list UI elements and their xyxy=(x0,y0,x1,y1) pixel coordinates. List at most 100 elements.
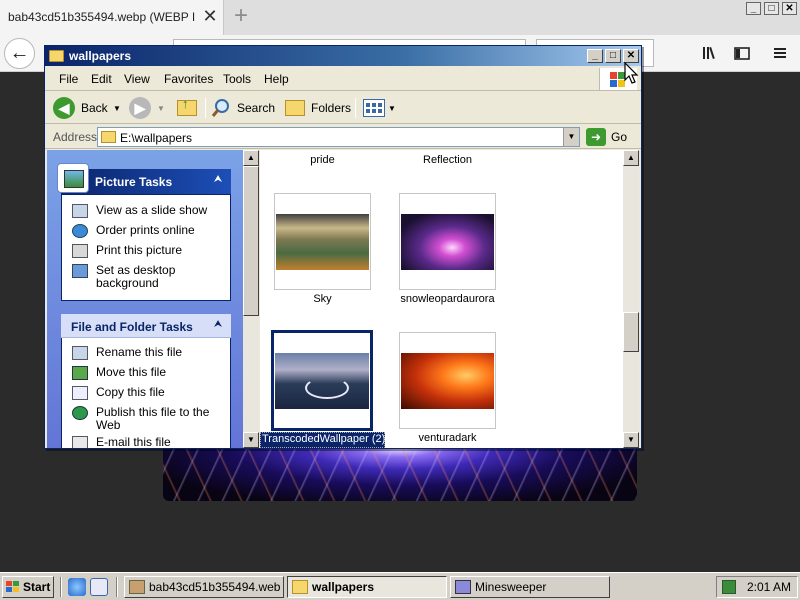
browser-maximize-button[interactable]: □ xyxy=(764,2,779,15)
menu-edit[interactable]: Edit xyxy=(91,72,112,86)
menu-icon[interactable] xyxy=(770,43,790,63)
search-label: Search xyxy=(237,101,276,115)
forward-dropdown-icon[interactable]: ▼ xyxy=(157,104,165,113)
back-arrow-icon[interactable]: ← xyxy=(4,38,35,69)
file-folder-tasks-panel: Rename this file Move this file Copy thi… xyxy=(61,338,231,448)
task-wallpapers[interactable]: wallpapers xyxy=(287,576,447,598)
thumbnail-image xyxy=(276,214,369,270)
file-name[interactable]: Sky xyxy=(274,293,371,309)
menu-favorites[interactable]: Favorites xyxy=(164,72,213,86)
views-button[interactable]: ▼ xyxy=(361,96,396,120)
new-tab-button[interactable]: + xyxy=(231,2,251,30)
file-folder-tasks-header[interactable]: File and Folder Tasks ⮝ xyxy=(61,314,231,338)
file-thumbnail-sky[interactable] xyxy=(274,193,371,290)
toolbar-separator xyxy=(205,98,206,118)
file-name[interactable]: snowleopardaurora xyxy=(394,293,501,309)
back-dropdown-icon[interactable]: ▼ xyxy=(113,104,121,113)
go-button[interactable]: Go xyxy=(611,130,627,144)
thumbnail-image xyxy=(401,353,494,409)
file-folder-tasks-title: File and Folder Tasks xyxy=(71,320,193,334)
scroll-down-icon[interactable]: ▼ xyxy=(243,432,259,448)
address-value: E:\wallpapers xyxy=(120,131,193,145)
folder-icon xyxy=(101,131,116,143)
address-dropdown-icon[interactable]: ▼ xyxy=(563,128,579,146)
printer-icon xyxy=(72,244,88,258)
globe-icon xyxy=(72,224,88,238)
forward-button[interactable]: ▶ ▼ xyxy=(129,96,169,120)
task-label: Copy this file xyxy=(96,385,165,399)
desktop-icon xyxy=(72,264,88,278)
task-pane-scrollbar[interactable]: ▲ ▼ xyxy=(243,150,259,448)
folders-label: Folders xyxy=(311,101,352,115)
scroll-thumb[interactable] xyxy=(243,166,259,316)
scroll-down-icon[interactable]: ▼ xyxy=(623,432,639,448)
back-label: Back xyxy=(81,101,108,115)
menu-file[interactable]: File xyxy=(59,72,78,86)
menu-view[interactable]: View xyxy=(124,72,150,86)
browser-minimize-button[interactable]: _ xyxy=(746,2,761,15)
close-button[interactable]: ✕ xyxy=(623,49,639,63)
internet-explorer-icon[interactable] xyxy=(68,578,86,596)
clock[interactable]: 2:01 AM xyxy=(747,580,791,594)
rename-icon xyxy=(72,346,88,360)
close-tab-icon[interactable]: ✕ xyxy=(200,6,220,26)
task-pane: View as a slide show Order prints online… xyxy=(47,150,243,448)
task-label: Publish this file to the Web xyxy=(96,405,210,432)
collapse-chevron-icon[interactable]: ⮝ xyxy=(211,173,225,187)
file-thumbnail-snowleopardaurora[interactable] xyxy=(399,193,496,290)
browser-close-button[interactable]: ✕ xyxy=(782,2,797,15)
file-thumbnail-transcodedwallpaper[interactable] xyxy=(271,330,373,431)
task-minesweeper[interactable]: Minesweeper xyxy=(450,576,610,598)
picture-tasks-header[interactable]: Picture Tasks ⮝ xyxy=(57,163,231,194)
email-icon xyxy=(72,436,88,448)
slideshow-icon xyxy=(72,204,88,218)
show-desktop-icon[interactable] xyxy=(90,578,108,596)
collapse-chevron-icon[interactable]: ⮝ xyxy=(211,318,225,332)
thumbnail-image xyxy=(275,353,369,409)
sidebar-icon[interactable] xyxy=(732,43,752,63)
file-name[interactable]: pride xyxy=(274,154,371,170)
windows-logo-icon xyxy=(6,581,20,593)
file-name[interactable]: Reflection xyxy=(399,154,496,170)
task-publish-web[interactable]: Publish this file to the Web xyxy=(72,405,230,433)
search-button[interactable]: Search xyxy=(211,96,277,120)
menu-tools[interactable]: Tools xyxy=(223,72,251,86)
picture-tasks-title: Picture Tasks xyxy=(95,175,173,189)
minimize-button[interactable]: _ xyxy=(587,49,603,63)
file-name[interactable]: venturadark xyxy=(399,432,496,448)
task-firefox[interactable]: bab43cd51b355494.web... xyxy=(124,576,284,598)
menu-bar: File Edit View Favorites Tools Help xyxy=(45,66,641,91)
back-arrow-icon: ◀ xyxy=(53,97,75,119)
browser-tab-bar: bab43cd51b355494.webp (WEBP Image ✕ + _ … xyxy=(0,0,800,35)
minesweeper-icon xyxy=(455,580,471,594)
views-icon xyxy=(363,99,385,117)
explorer-titlebar[interactable]: wallpapers _ □ ✕ xyxy=(45,46,641,66)
up-folder-button[interactable]: ↑ xyxy=(175,96,199,120)
task-label: Move this file xyxy=(96,365,167,379)
picture-tasks-icon xyxy=(57,163,89,193)
tray-icon[interactable] xyxy=(722,580,736,594)
library-icon[interactable] xyxy=(700,43,720,63)
scroll-up-icon[interactable]: ▲ xyxy=(623,150,639,166)
start-button[interactable]: Start xyxy=(2,576,54,598)
task-set-desktop-background[interactable]: Set as desktop background xyxy=(72,263,230,291)
go-arrow-icon[interactable]: ➜ xyxy=(586,128,606,146)
menu-help[interactable]: Help xyxy=(264,72,289,86)
system-tray: 2:01 AM xyxy=(716,576,798,598)
maximize-button[interactable]: □ xyxy=(605,49,621,63)
file-pane-scrollbar[interactable]: ▲ ▼ xyxy=(623,150,639,448)
views-dropdown-icon[interactable]: ▼ xyxy=(388,104,396,113)
address-label: Address xyxy=(53,130,98,144)
back-button[interactable]: ◀ Back ▼ xyxy=(51,96,123,120)
toolbar-separator xyxy=(355,98,356,118)
browser-tab[interactable]: bab43cd51b355494.webp (WEBP Image ✕ xyxy=(0,0,224,35)
copy-icon xyxy=(72,386,88,400)
scroll-thumb[interactable] xyxy=(623,312,639,352)
folders-button[interactable]: Folders xyxy=(283,96,352,120)
scroll-up-icon[interactable]: ▲ xyxy=(243,150,259,166)
window-title: wallpapers xyxy=(69,49,132,63)
file-thumbnail-venturadark[interactable] xyxy=(399,332,496,429)
move-icon xyxy=(72,366,88,380)
file-name-selected[interactable]: TranscodedWallpaper (2) xyxy=(260,432,385,448)
address-input[interactable]: E:\wallpapers ▼ xyxy=(97,127,580,147)
